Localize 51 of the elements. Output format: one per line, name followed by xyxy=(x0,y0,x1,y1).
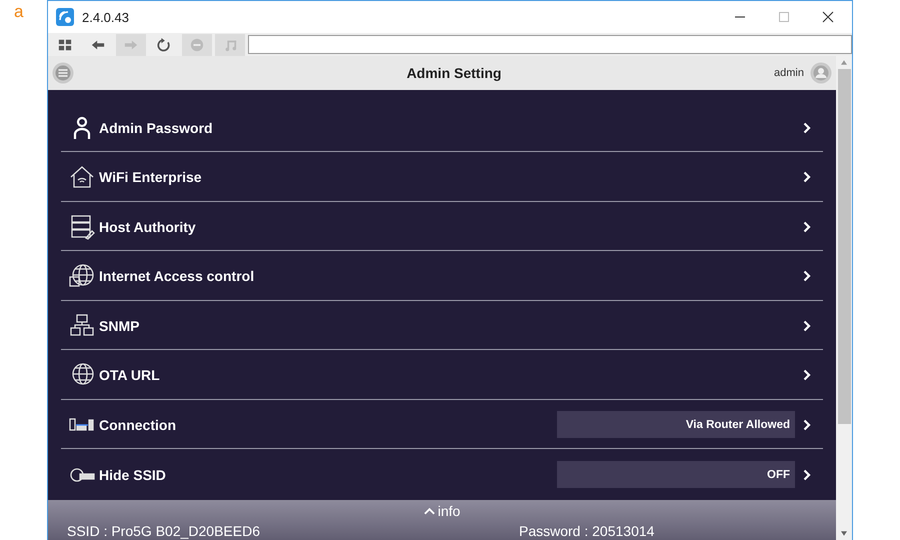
music-note-icon xyxy=(223,38,237,52)
username: admin xyxy=(774,67,804,80)
ssid-text: SSID : Pro5G B02_D20BEED6 xyxy=(67,523,260,540)
house-icon xyxy=(69,164,95,190)
chevron-right-icon xyxy=(803,122,811,134)
globe-icon xyxy=(69,263,95,290)
window-title: 2.4.0.43 xyxy=(82,10,129,24)
password-text: Password : 20513014 xyxy=(519,523,654,540)
scroll-up-icon[interactable] xyxy=(841,60,847,65)
close-icon[interactable] xyxy=(822,11,834,23)
settings-row[interactable]: SNMP xyxy=(61,302,823,350)
settings-row[interactable]: WiFi Enterprise xyxy=(61,154,823,202)
row-label: Hide SSID xyxy=(99,466,166,483)
app-logo-icon xyxy=(56,8,74,26)
settings-row[interactable]: Host Authority xyxy=(61,203,823,252)
chevron-right-icon xyxy=(803,468,811,481)
caret-up-icon xyxy=(424,507,435,516)
row-label: Internet Access control xyxy=(99,268,254,284)
chevron-right-icon xyxy=(803,369,811,382)
row-label: Admin Password xyxy=(99,120,213,136)
maximize-icon[interactable] xyxy=(778,11,790,23)
settings-row[interactable]: Admin Password xyxy=(61,104,823,152)
figure-label: a xyxy=(13,1,24,23)
scroll-down-icon[interactable] xyxy=(841,531,847,536)
chevron-right-icon xyxy=(803,220,811,233)
address-field[interactable] xyxy=(248,35,852,54)
chevron-right-icon xyxy=(803,320,811,332)
stop-icon xyxy=(190,38,204,52)
settings-row[interactable]: Connection Via Router Allowed xyxy=(61,401,823,450)
settings-row[interactable]: Internet Access control xyxy=(61,252,823,301)
reload-icon xyxy=(157,38,171,52)
value-field: OFF xyxy=(557,461,795,488)
row-label: SNMP xyxy=(99,318,140,334)
chevron-right-icon xyxy=(803,270,811,282)
scroll-thumb[interactable] xyxy=(838,69,850,424)
chevron-right-icon xyxy=(803,418,811,431)
row-label: Host Authority xyxy=(99,218,196,235)
settings-row[interactable]: OTA URL xyxy=(61,352,823,400)
chevron-right-icon xyxy=(803,171,811,184)
row-label: Connection xyxy=(99,416,176,433)
settings-row[interactable]: Hide SSID OFF xyxy=(61,450,823,499)
row-label: OTA URL xyxy=(99,367,160,384)
server-icon xyxy=(69,214,95,240)
grid-icon xyxy=(58,38,72,52)
scrollbar[interactable] xyxy=(836,56,852,540)
menu-icon[interactable] xyxy=(52,62,74,84)
info-toggle[interactable]: info xyxy=(424,500,460,520)
avatar-icon[interactable] xyxy=(810,62,832,84)
page-title: Admin Setting xyxy=(406,65,502,82)
value-field: Via Router Allowed xyxy=(557,411,795,438)
row-label: WiFi Enterprise xyxy=(99,169,202,186)
